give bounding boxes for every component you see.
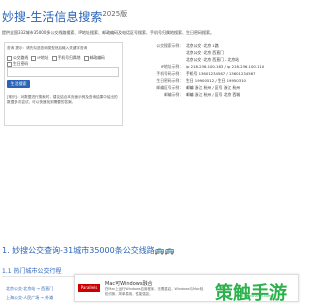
checkbox[interactable] — [31, 55, 37, 61]
example-row: 邮编示例： 邮编 浙江 杭州 / 区号 北京 西城 — [164, 92, 241, 97]
search-button[interactable]: 生活搜索 — [7, 80, 30, 88]
option-ip[interactable]: IP地址 — [31, 55, 48, 61]
example-row: 手机号码示例： 手机号 13601234567 / 13601234567 — [156, 71, 256, 76]
checkbox[interactable] — [7, 61, 12, 67]
route-link[interactable]: 上海公交·人民广场 → 外滩 — [6, 295, 53, 301]
ad-description: 在Mac上运行Windows应用程序，无需重启，Windows与Mac轻松切换，… — [105, 287, 204, 296]
section-heading: 1. 妙搜公交查询-31城市35000条公交线路🚌🚌 — [2, 245, 175, 256]
watermark: 策触手游 — [215, 283, 287, 304]
checkbox[interactable] — [51, 55, 57, 61]
route-link[interactable]: 北京公交·北京站 → 西直门 — [6, 286, 53, 292]
example-row: 公交搜索示例： 北京公交 ·北京 1路 — [156, 43, 219, 48]
page-title: 妙搜-生活信息搜索2025版 — [2, 8, 127, 25]
example-row: 北京公交 ·北京 西直门 - 北京站 — [186, 57, 239, 62]
example-row: IP地址示例： ip 218.236.100.183 / ip 218.236.1… — [160, 64, 265, 69]
search-panel: 查询 提示：请先勾选查询类型然后输入关键字查询 公交路线 IP地址 手机号归属地… — [4, 42, 123, 126]
section-heading-text: 1. 妙搜公交查询-31城市35000条公交线路 — [2, 246, 155, 255]
option-mobile[interactable]: 手机号归属地 — [51, 55, 80, 61]
option-postcode[interactable]: 邮政编码 — [83, 55, 105, 61]
example-row: 北京公交 ·北京 西直门 — [186, 50, 224, 55]
ad-logo: Parallels — [78, 284, 100, 292]
examples-panel: 公交搜索示例： 北京公交 ·北京 1路 北京公交 ·北京 西直门 北京公交 ·北京… — [130, 42, 298, 98]
subsection-heading: 1.1 热门城市公交行程 — [2, 268, 62, 275]
checkbox[interactable] — [7, 55, 12, 61]
version-label: 2025版 — [102, 10, 128, 18]
bus-icon: 🚌🚌 — [154, 246, 175, 255]
intro-text: 提供全国332城市35000多公交线路搜索、IP地址搜索、邮政编码及电话区号搜索… — [2, 30, 214, 35]
example-row: 邮编区号示例： 邮编 浙江 杭州 / 区号 浙江 杭州 — [156, 85, 241, 90]
ad-title[interactable]: Mac可Windows融合 — [105, 280, 152, 287]
search-input[interactable] — [7, 67, 119, 77]
watermark-url: www.cemonarch.com — [235, 294, 272, 298]
example-row: 生日密码示例： 生日 19900512 / 生日 19950310 — [156, 78, 246, 83]
page-title-text: 妙搜-生活信息搜索 — [2, 10, 103, 24]
search-note: [常识]：对数据进行搜索时，建议结合本页面示例及查询结果中给出的数据多次尝试，可… — [7, 95, 118, 104]
search-prompt: 查询 提示：请先勾选查询类型然后输入关键字查询 — [7, 46, 88, 50]
ad-banner[interactable]: Parallels Mac可Windows融合 在Mac上运行Windows应用… — [74, 274, 299, 304]
checkbox[interactable] — [83, 55, 89, 61]
